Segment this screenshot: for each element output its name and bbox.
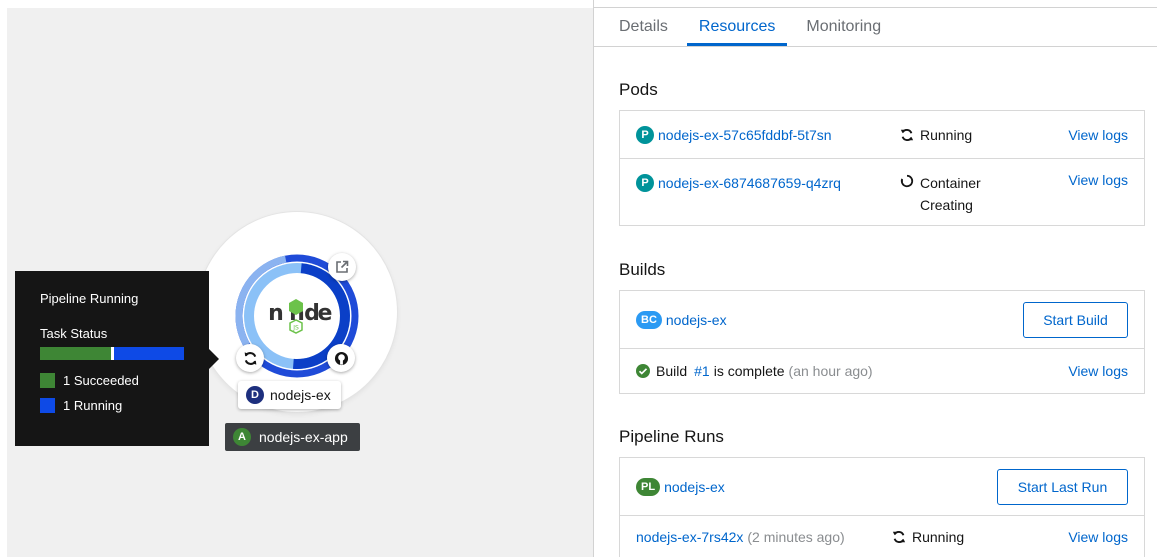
view-logs-link[interactable]: View logs xyxy=(1068,172,1128,188)
pipeline-badge: PL xyxy=(636,477,661,496)
pod-row: P nodejs-ex-6874687659-q4zrq Container C… xyxy=(620,159,1144,225)
task-status-running-segment xyxy=(114,347,184,360)
pod-row: P nodejs-ex-57c65fddbf-5t7sn Running Vie… xyxy=(620,111,1144,159)
pipeline-run-time: (2 minutes ago) xyxy=(747,529,845,545)
build-time: (an hour ago) xyxy=(788,363,873,379)
builds-list: BC nodejs-ex Start Build Build #1 is com… xyxy=(619,290,1145,394)
pipeline-runs-title: Pipeline Runs xyxy=(619,427,724,446)
pod-status-line1: Container xyxy=(920,175,981,191)
pipeline-runs-list: PL nodejs-ex Start Last Run nodejs-ex-7r… xyxy=(619,457,1145,557)
build-config-badge: BC xyxy=(636,310,662,329)
task-status-label: Task Status xyxy=(40,326,108,341)
pod-status-line2: Creating xyxy=(920,197,973,213)
start-last-run-button[interactable]: Start Last Run xyxy=(997,468,1128,505)
builds-title: Builds xyxy=(619,260,666,279)
deployment-badge: D xyxy=(246,386,264,404)
build-status-text: is complete xyxy=(713,363,785,379)
view-logs-link[interactable]: View logs xyxy=(1068,363,1128,379)
sync-icon xyxy=(900,128,914,141)
tooltip-arrow xyxy=(209,349,219,369)
build-prefix: Build xyxy=(656,363,688,379)
deployment-name: nodejs-ex xyxy=(270,387,331,403)
application-badge: A xyxy=(233,428,251,446)
build-sync-icon[interactable] xyxy=(236,344,264,372)
tab-resources[interactable]: Resources xyxy=(686,18,788,46)
view-logs-link[interactable]: View logs xyxy=(1068,529,1128,545)
build-config-row: BC nodejs-ex Start Build xyxy=(620,291,1144,349)
resource-side-panel: Details Resources Monitoring Pods P node… xyxy=(593,0,1157,557)
pipeline-run-status-text: Running xyxy=(912,529,965,545)
check-circle-icon xyxy=(636,364,650,378)
github-icon[interactable] xyxy=(327,344,355,372)
succeeded-swatch xyxy=(40,373,55,388)
pipeline-run-row: nodejs-ex-7rs42x (2 minutes ago) Running… xyxy=(620,516,1144,557)
svg-text:n: n xyxy=(268,301,284,326)
pod-name-link[interactable]: nodejs-ex-6874687659-q4zrq xyxy=(658,175,841,191)
pod-status-text: Container Creating xyxy=(920,172,981,216)
sync-icon xyxy=(892,530,906,544)
legend-running: 1 Running xyxy=(40,398,184,413)
build-row: Build #1 is complete (an hour ago) View … xyxy=(620,349,1144,393)
pod-name-link[interactable]: nodejs-ex-57c65fddbf-5t7sn xyxy=(658,127,832,143)
panel-top-border xyxy=(594,7,1157,8)
pod-status-text: Running xyxy=(920,126,973,143)
pods-list: P nodejs-ex-57c65fddbf-5t7sn Running Vie… xyxy=(619,110,1145,226)
view-logs-link[interactable]: View logs xyxy=(1068,127,1128,143)
pipeline-run-link[interactable]: nodejs-ex-7rs42x xyxy=(636,529,743,545)
panel-tabs: Details Resources Monitoring xyxy=(619,18,912,46)
tab-details[interactable]: Details xyxy=(619,18,668,46)
pod-status: Container Creating xyxy=(900,172,981,216)
tab-monitoring[interactable]: Monitoring xyxy=(806,18,881,46)
pipeline-row: PL nodejs-ex Start Last Run xyxy=(620,458,1144,516)
task-status-bar xyxy=(40,347,184,360)
legend-running-label: 1 Running xyxy=(63,398,123,413)
pipeline-tooltip: Pipeline Running Task Status 1 Succeeded… xyxy=(15,271,209,446)
application-name: nodejs-ex-app xyxy=(259,429,348,445)
build-config-link[interactable]: nodejs-ex xyxy=(666,312,727,328)
external-link-icon[interactable] xyxy=(328,253,356,281)
application-label[interactable]: A nodejs-ex-app xyxy=(225,423,360,451)
running-swatch xyxy=(40,398,55,413)
pod-status: Running xyxy=(900,127,972,143)
task-status-succeeded-segment xyxy=(40,347,111,360)
deployment-label[interactable]: D nodejs-ex xyxy=(238,381,341,409)
pipeline-run-status: Running xyxy=(892,529,964,545)
pod-badge: P xyxy=(636,125,654,144)
tooltip-title: Pipeline Running xyxy=(40,291,139,306)
tabs-divider xyxy=(594,46,1157,47)
build-number-link[interactable]: #1 xyxy=(694,363,710,379)
pods-title: Pods xyxy=(619,80,658,99)
svg-text:e: e xyxy=(318,301,333,326)
svg-text:JS: JS xyxy=(292,325,299,332)
start-build-button[interactable]: Start Build xyxy=(1023,301,1128,338)
legend-succeeded: 1 Succeeded xyxy=(40,373,184,388)
legend-succeeded-label: 1 Succeeded xyxy=(63,373,139,388)
pipeline-link[interactable]: nodejs-ex xyxy=(664,479,725,495)
spinner-icon xyxy=(900,174,914,188)
pod-badge: P xyxy=(636,174,654,192)
